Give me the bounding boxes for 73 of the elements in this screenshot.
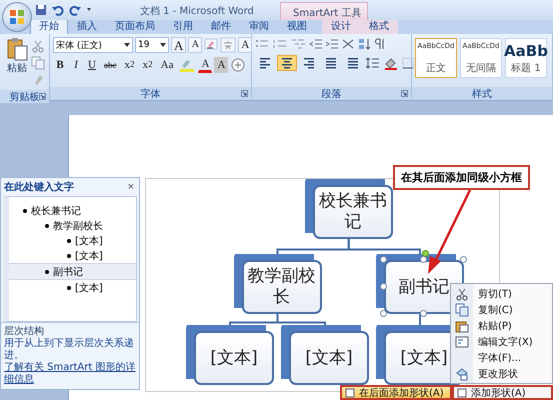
square-icon[interactable] bbox=[345, 388, 355, 398]
dialog-launcher-icon[interactable] bbox=[401, 90, 408, 97]
outline-item[interactable]: [文本] bbox=[9, 248, 136, 263]
submenu-item[interactable]: 添加形状(A) bbox=[452, 385, 553, 400]
save-icon[interactable] bbox=[34, 3, 48, 17]
submenu-item[interactable]: 在后面添加形状(A) bbox=[340, 385, 452, 400]
shading-icon[interactable] bbox=[383, 56, 399, 70]
character-border-button[interactable]: A bbox=[238, 37, 252, 53]
group-label: 样式 bbox=[472, 88, 492, 100]
bold-button[interactable]: B bbox=[53, 57, 67, 73]
group-label: 字体 bbox=[140, 88, 160, 100]
sort-icon[interactable] bbox=[357, 37, 371, 51]
ribbon-tab[interactable]: 引用 bbox=[164, 19, 202, 34]
increase-indent-icon[interactable] bbox=[325, 37, 339, 51]
contextual-tab-group-label: SmartArt 工具 bbox=[280, 2, 368, 20]
shapes-icon[interactable] bbox=[455, 367, 469, 381]
ribbon-tab[interactable]: 视图 bbox=[278, 19, 316, 34]
scissors-icon[interactable] bbox=[455, 287, 469, 301]
redo-icon[interactable] bbox=[68, 3, 82, 17]
office-logo[interactable] bbox=[9, 9, 25, 25]
dialog-launcher-icon[interactable] bbox=[241, 90, 248, 97]
caret-icon[interactable] bbox=[124, 43, 130, 47]
outline-item[interactable]: 教学副校长 bbox=[9, 218, 136, 233]
outline-item[interactable]: 校长兼书记 bbox=[9, 203, 136, 218]
clipboard-icon[interactable] bbox=[6, 37, 28, 61]
ribbon-tab[interactable]: 邮件 bbox=[202, 19, 240, 34]
italic-button[interactable]: I bbox=[69, 57, 83, 73]
outline-item[interactable]: [文本] bbox=[9, 280, 136, 295]
outline-item[interactable]: [文本] bbox=[9, 233, 136, 248]
decrease-indent-icon[interactable] bbox=[309, 37, 323, 51]
group-label: 剪贴板 bbox=[10, 90, 40, 104]
enclosed-character-icon[interactable] bbox=[230, 57, 246, 73]
change-case-button[interactable]: Aa bbox=[158, 57, 176, 73]
ribbon-tab[interactable]: 页面布局 bbox=[106, 19, 164, 34]
character-shading-button[interactable]: A bbox=[214, 57, 228, 73]
align-center-icon[interactable] bbox=[280, 56, 294, 70]
align-right-icon[interactable] bbox=[302, 56, 316, 70]
annotation-callout: 在其后面添加同级小方框 bbox=[393, 165, 530, 190]
office-button[interactable] bbox=[2, 2, 32, 32]
window-title: 文档 1 - Microsoft Word bbox=[140, 4, 254, 18]
line-spacing-icon[interactable] bbox=[365, 56, 381, 70]
shrink-font-button[interactable]: A bbox=[188, 37, 202, 53]
align-center-button[interactable] bbox=[277, 55, 297, 71]
outline-item[interactable]: 副书记 bbox=[9, 263, 136, 280]
close-button[interactable]: × bbox=[126, 181, 136, 193]
style-option[interactable]: AaBb 标题 1 bbox=[505, 38, 547, 78]
underline-button[interactable]: U bbox=[85, 57, 99, 73]
undo-icon[interactable] bbox=[51, 3, 65, 17]
font-size-field[interactable]: 19 bbox=[135, 37, 169, 53]
paste-button[interactable]: 粘贴 bbox=[3, 37, 31, 87]
group-label: 段落 bbox=[322, 88, 342, 100]
ribbon-tab[interactable]: 审阅 bbox=[240, 19, 278, 34]
ribbon-tab[interactable]: 插入 bbox=[68, 19, 106, 34]
layout-name: 层次结构 bbox=[4, 326, 45, 338]
ribbon-tab[interactable]: 开始 bbox=[30, 19, 68, 34]
clipboard-icon[interactable] bbox=[455, 319, 469, 333]
grow-font-button[interactable]: A bbox=[171, 37, 186, 53]
ribbon-tab[interactable]: 设计 bbox=[322, 19, 360, 34]
strike-button[interactable]: abc bbox=[101, 57, 120, 73]
multilevel-list-icon[interactable] bbox=[291, 37, 307, 51]
text-pane-title: 在此处键入文字 bbox=[4, 180, 74, 194]
help-link[interactable]: 了解有关 SmartArt 图形的详细信息 bbox=[4, 362, 136, 386]
text-box-icon[interactable] bbox=[455, 335, 469, 349]
copy-icon[interactable] bbox=[455, 303, 469, 317]
ribbon-tab[interactable]: 格式 bbox=[360, 19, 398, 34]
font-name-field[interactable]: 宋体 (正文) bbox=[53, 37, 133, 53]
square-icon[interactable] bbox=[457, 388, 467, 398]
align-distributed-icon[interactable] bbox=[346, 56, 360, 70]
dialog-launcher-icon[interactable] bbox=[39, 93, 46, 100]
align-left-icon[interactable] bbox=[258, 56, 272, 70]
align-justify-icon[interactable] bbox=[324, 56, 338, 70]
caret-icon[interactable] bbox=[160, 43, 166, 47]
layout-description: 用于从上到下显示层次关系递进。 bbox=[4, 338, 135, 362]
